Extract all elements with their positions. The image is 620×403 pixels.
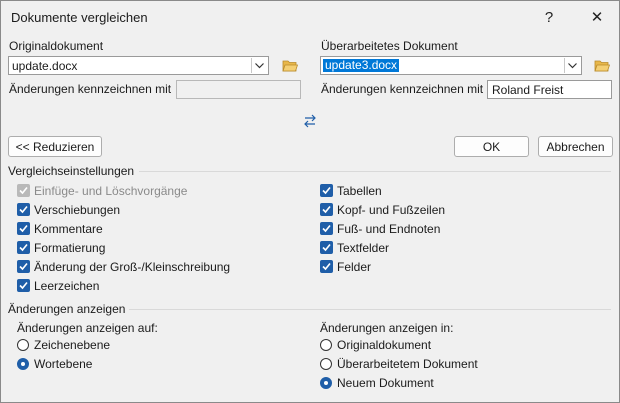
revised-mark-input[interactable]: Roland Freist [487, 80, 612, 99]
checkbox-checked-icon[interactable] [320, 222, 333, 235]
checkbox-checked-icon[interactable] [320, 260, 333, 273]
checkbox-checked-icon[interactable] [17, 222, 30, 235]
revised-document-label: Überarbeitetes Dokument [321, 39, 458, 53]
original-mark-label: Änderungen kennzeichnen mit [9, 82, 172, 96]
divider [139, 171, 611, 172]
ok-button[interactable]: OK [454, 136, 529, 157]
reduce-button[interactable]: << Reduzieren [8, 136, 102, 157]
original-document-label: Originaldokument [9, 39, 104, 53]
checkbox-checked-icon[interactable] [17, 241, 30, 254]
compare-documents-dialog: Dokumente vergleichen ? ✕ Originaldokume… [0, 0, 620, 403]
checkbox-checked-icon [17, 184, 30, 197]
dialog-title: Dokumente vergleichen [11, 10, 148, 25]
swap-icon[interactable] [303, 114, 317, 128]
checkbox-checked-icon[interactable] [320, 184, 333, 197]
show-changes-title: Änderungen anzeigen [8, 302, 126, 316]
show-level-label: Änderungen anzeigen auf: [17, 321, 158, 335]
radio-selected-icon[interactable] [320, 377, 332, 389]
checkbox-checked-icon[interactable] [17, 279, 30, 292]
comparison-settings-title: Vergleichseinstellungen [8, 164, 135, 178]
close-button[interactable]: ✕ [582, 5, 612, 29]
checkbox-checked-icon[interactable] [17, 260, 30, 273]
revised-document-value: update3.docx [323, 58, 400, 72]
radio-unselected-icon[interactable] [320, 358, 332, 370]
chevron-down-icon[interactable] [564, 58, 580, 73]
help-button[interactable]: ? [534, 5, 564, 29]
folder-open-icon[interactable] [282, 59, 299, 73]
original-document-combo[interactable]: update.docx [8, 56, 269, 75]
revised-document-combo[interactable]: update3.docx [320, 56, 582, 75]
divider [129, 309, 611, 310]
checkbox-checked-icon[interactable] [320, 241, 333, 254]
folder-open-icon[interactable] [594, 59, 611, 73]
show-target-label: Änderungen anzeigen in: [320, 321, 454, 335]
radio-selected-icon[interactable] [17, 358, 29, 370]
cancel-button[interactable]: Abbrechen [538, 136, 613, 157]
radio-unselected-icon[interactable] [17, 339, 29, 351]
original-mark-input[interactable] [176, 80, 301, 99]
radio-unselected-icon[interactable] [320, 339, 332, 351]
original-document-value: update.docx [12, 59, 78, 73]
chevron-down-icon[interactable] [251, 58, 267, 73]
revised-mark-label: Änderungen kennzeichnen mit [321, 82, 484, 96]
checkbox-checked-icon[interactable] [320, 203, 333, 216]
checkbox-checked-icon[interactable] [17, 203, 30, 216]
